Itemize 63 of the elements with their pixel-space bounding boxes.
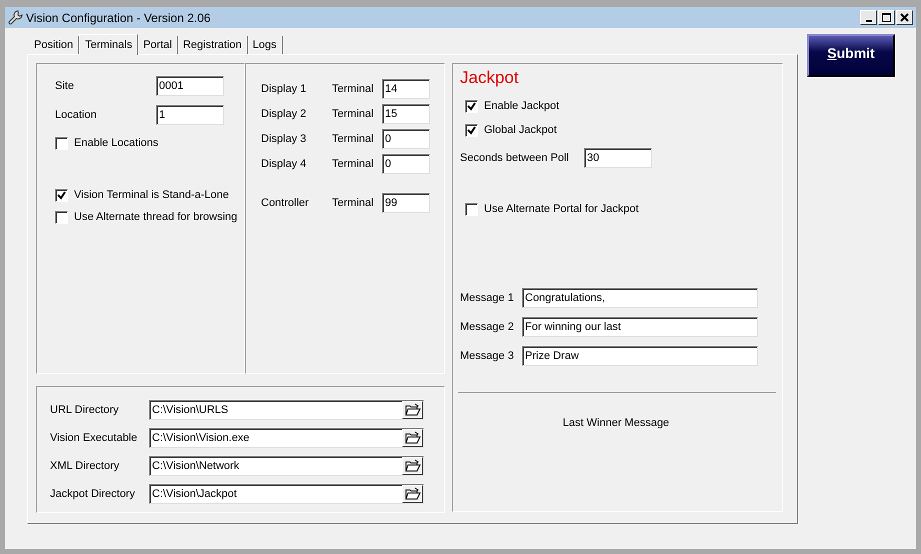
checkbox[interactable] [465, 100, 478, 112]
field-label: Site [55, 80, 75, 92]
folder-icon[interactable] [402, 429, 423, 447]
terminal-label: Terminal [332, 83, 375, 95]
checkbox[interactable] [55, 188, 68, 202]
message-field[interactable]: Congratulations, [522, 288, 758, 308]
maximize-icon [882, 13, 891, 22]
directory-label: Jackpot Directory [50, 488, 136, 500]
input-field[interactable]: 14 [382, 79, 430, 99]
input-field[interactable]: 30 [584, 148, 652, 168]
checkbox-label: Global Jackpot [484, 124, 557, 136]
terminal-label: Terminal [332, 158, 375, 170]
path-field[interactable]: C:\Vision\URLS [149, 400, 424, 420]
directory-label: XML Directory [50, 460, 120, 472]
checkbox-label: Vision Terminal is Stand-a-Lone [74, 189, 229, 201]
tab[interactable]: Terminals [79, 34, 138, 55]
message-label: Message 3 [460, 350, 515, 362]
directory-label: Vision Executable [50, 432, 138, 444]
input-field[interactable]: 15 [382, 104, 430, 124]
display-label: Display 1 [261, 83, 308, 95]
last-winner-label: Last Winner Message [562, 417, 670, 429]
terminal-label: Terminal [332, 197, 375, 209]
message-label: Message 2 [460, 321, 515, 333]
input-field[interactable]: 0 [382, 154, 430, 174]
maximize-button[interactable] [878, 10, 895, 25]
folder-icon[interactable] [402, 457, 423, 475]
message-label: Message 1 [460, 292, 515, 304]
path-field[interactable]: C:\Vision\Jackpot [149, 484, 424, 504]
wrench-icon [8, 10, 24, 26]
display-label: Display 2 [261, 108, 308, 120]
checkbox[interactable] [465, 124, 478, 136]
display-label: Display 3 [261, 133, 308, 145]
checkbox[interactable] [465, 202, 478, 216]
path-field[interactable]: C:\Vision\Network [149, 456, 424, 476]
checkbox-label: Use Alternate thread for browsing [74, 211, 238, 223]
display-label: Display 4 [261, 158, 308, 170]
input-field[interactable]: 99 [382, 193, 430, 213]
terminal-label: Terminal [332, 108, 375, 120]
folder-icon[interactable] [402, 485, 423, 503]
checkbox-label: Enable Jackpot [484, 100, 560, 112]
window-title: Vision Configuration - Version 2.06 [26, 10, 211, 24]
checkbox[interactable] [55, 210, 68, 224]
jackpot-heading: Jackpot [460, 68, 519, 88]
directory-label: URL Directory [50, 404, 120, 416]
folder-icon[interactable] [402, 401, 423, 419]
path-field[interactable]: C:\Vision\Vision.exe [149, 428, 424, 448]
message-field[interactable]: Prize Draw [522, 346, 758, 366]
checkbox-label: Enable Locations [74, 137, 158, 149]
input-field[interactable]: 0 [382, 129, 430, 149]
field-label: Location [55, 109, 98, 121]
close-icon [900, 13, 909, 22]
input-field[interactable]: 0001 [156, 76, 224, 96]
input-field[interactable]: 1 [156, 105, 224, 125]
terminal-label: Terminal [332, 133, 375, 145]
controller-label: Controller [261, 197, 310, 209]
submit-button[interactable]: Submit [807, 34, 895, 77]
close-button[interactable] [896, 10, 913, 25]
checkbox-label: Use Alternate Portal for Jackpot [484, 203, 639, 215]
message-field[interactable]: For winning our last [522, 317, 758, 337]
minimize-icon [866, 20, 872, 22]
minimize-button[interactable] [860, 10, 877, 25]
poll-label: Seconds between Poll [460, 152, 570, 164]
checkbox[interactable] [55, 136, 68, 150]
